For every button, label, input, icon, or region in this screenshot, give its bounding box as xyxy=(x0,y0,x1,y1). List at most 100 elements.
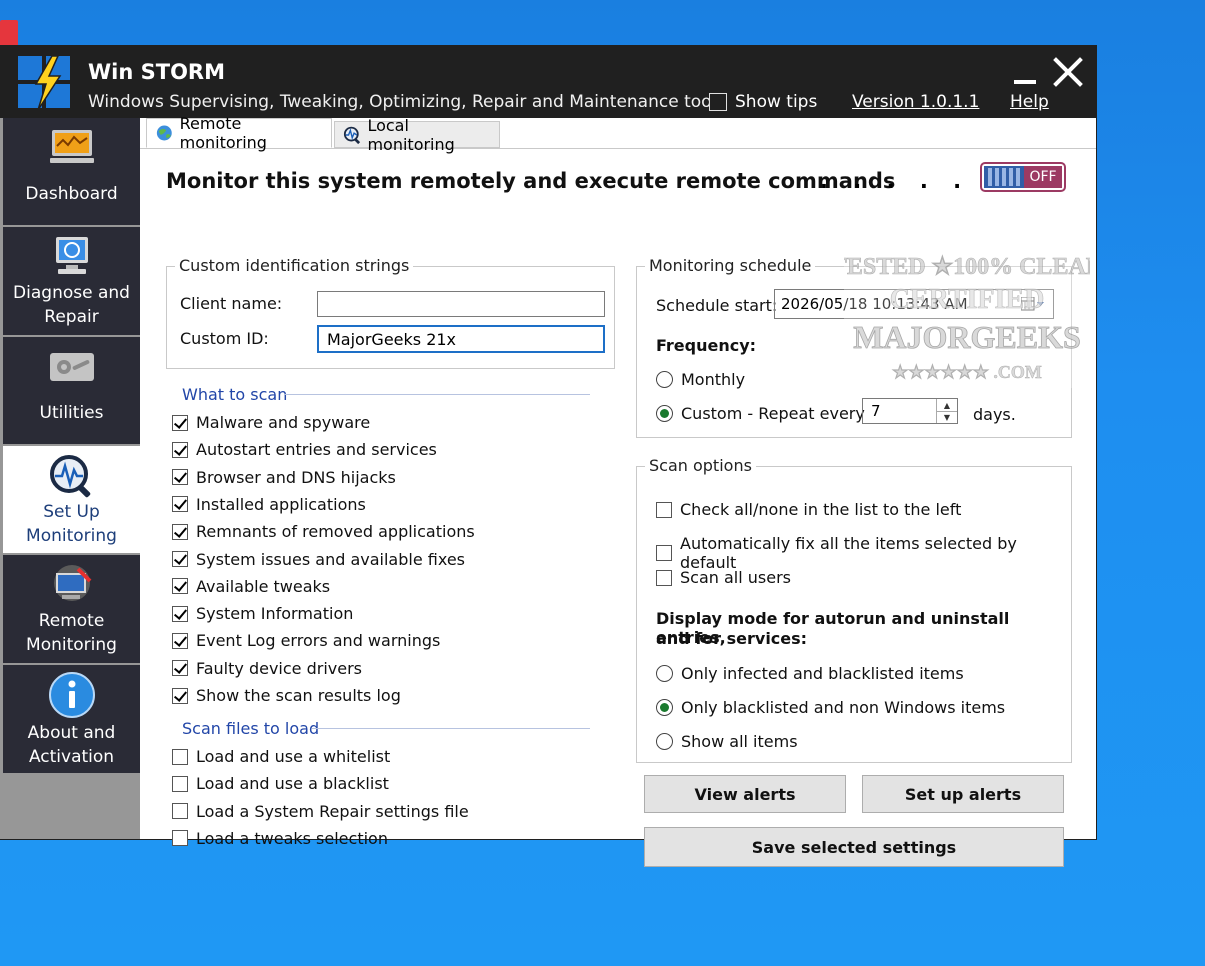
sidebar-label: Repair xyxy=(44,307,99,327)
win-storm-logo-icon xyxy=(18,56,70,110)
checkbox-item[interactable]: Browser and DNS hijacks xyxy=(172,468,396,487)
checkbox-item[interactable]: Event Log errors and warnings xyxy=(172,631,440,650)
radio-option[interactable]: Show all items xyxy=(656,732,798,751)
checkbox-box[interactable] xyxy=(172,469,188,486)
checkbox-item[interactable]: Load and use a blacklist xyxy=(172,774,389,793)
monthly-radio-circle[interactable] xyxy=(656,371,673,388)
remote-monitoring-panel: Monitor this system remotely and execute… xyxy=(140,149,1096,867)
sidebar-label: About and xyxy=(27,723,116,743)
checkbox-box[interactable] xyxy=(172,578,188,595)
checkbox-item[interactable]: Scan all users xyxy=(656,568,791,587)
radio-label: Show all items xyxy=(681,732,798,751)
page-title: Monitor this system remotely and execute… xyxy=(166,169,896,193)
checkbox-item[interactable]: Available tweaks xyxy=(172,577,330,596)
remote-monitor-icon xyxy=(53,565,91,601)
sidebar-item-utilities[interactable]: Utilities xyxy=(3,337,140,446)
monthly-radio[interactable]: Monthly xyxy=(656,370,745,389)
radio-label: Only blacklisted and non Windows items xyxy=(681,698,1006,717)
save-selected-settings-button[interactable]: Save selected settings xyxy=(644,827,1064,867)
tab-local-monitoring[interactable]: Local monitoring xyxy=(334,116,500,154)
checkbox-item[interactable]: Remnants of removed applications xyxy=(172,522,475,541)
checkbox-item[interactable]: Autostart entries and services xyxy=(172,440,437,459)
scan-options-group: Scan options Check all/none in the list … xyxy=(636,456,1072,763)
identification-group: Custom identification strings Client nam… xyxy=(166,256,615,369)
toggle-handle xyxy=(984,166,1024,188)
info-icon xyxy=(48,672,95,718)
checkbox-box[interactable] xyxy=(656,501,672,518)
set-up-alerts-button[interactable]: Set up alerts xyxy=(862,775,1064,813)
dashboard-monitor-icon xyxy=(49,130,94,163)
checkbox-label: Autostart entries and services xyxy=(196,440,437,460)
custom-id-field[interactable] xyxy=(317,325,605,353)
sidebar-item-setup-monitoring[interactable]: Set Up Monitoring xyxy=(3,446,140,555)
custom-id-label: Custom ID: xyxy=(180,329,269,348)
checkbox-label: Faulty device drivers xyxy=(196,658,362,678)
calendar-dropdown-icon[interactable] xyxy=(1021,297,1045,311)
scan-options-legend: Scan options xyxy=(645,456,756,475)
checkbox-box[interactable] xyxy=(172,551,188,567)
checkbox-item[interactable]: Check all/none in the list to the left xyxy=(656,500,961,519)
sidebar-item-dashboard[interactable]: Dashboard xyxy=(3,118,140,227)
remote-monitoring-toggle[interactable]: OFF xyxy=(980,162,1066,192)
help-link[interactable]: Help xyxy=(1010,92,1049,112)
version-link[interactable]: Version 1.0.1.1 xyxy=(852,92,979,112)
checkbox-box[interactable] xyxy=(172,632,188,649)
checkbox-box[interactable] xyxy=(172,414,188,431)
taskbar-red-tab xyxy=(0,20,18,48)
checkbox-box[interactable] xyxy=(172,660,188,677)
checkbox-box[interactable] xyxy=(656,569,672,586)
minimize-button[interactable] xyxy=(1010,60,1038,86)
sidebar-item-diagnose-repair[interactable]: Diagnose and Repair xyxy=(3,227,140,337)
view-alerts-button[interactable]: View alerts xyxy=(644,775,846,813)
checkbox-box[interactable] xyxy=(172,687,188,704)
radio-circle[interactable] xyxy=(656,699,673,716)
checkbox-box[interactable] xyxy=(172,496,188,513)
schedule-start-value: 2026/05/18 10:13:43 AM xyxy=(781,295,968,313)
utilities-tools-icon xyxy=(49,353,94,381)
checkbox-item[interactable]: Malware and spyware xyxy=(172,413,370,432)
tab-remote-monitoring[interactable]: Remote monitoring xyxy=(146,114,332,152)
show-tips-box[interactable] xyxy=(709,93,727,111)
radio-circle[interactable] xyxy=(656,665,673,682)
checkbox-item[interactable]: System Information xyxy=(172,604,353,623)
checkbox-item[interactable]: Installed applications xyxy=(172,495,366,514)
checkbox-item[interactable]: Faulty device drivers xyxy=(172,659,362,678)
app-subtitle: Windows Supervising, Tweaking, Optimizin… xyxy=(88,92,717,112)
stepper-down-arrow-icon[interactable]: ▼ xyxy=(937,411,957,423)
checkbox-item[interactable]: System issues and available fixes xyxy=(172,550,465,569)
checkbox-item[interactable]: Load and use a whitelist xyxy=(172,747,390,766)
scan-files-title: Scan files to load xyxy=(182,719,320,738)
custom-repeat-radio-label: Custom - Repeat every xyxy=(681,404,865,423)
checkbox-box[interactable] xyxy=(656,545,672,561)
checkbox-item[interactable]: Load a System Repair settings file xyxy=(172,802,469,821)
repeat-days-stepper[interactable]: 7 ▲ ▼ xyxy=(862,398,958,424)
schedule-start-datetime-picker[interactable]: 2026/05/18 10:13:43 AM xyxy=(774,289,1054,319)
show-tips-checkbox[interactable]: Show tips xyxy=(709,92,817,112)
sidebar-item-about-activation[interactable]: About and Activation xyxy=(3,665,140,775)
checkbox-label: Check all/none in the list to the left xyxy=(680,500,962,519)
custom-repeat-radio-circle[interactable] xyxy=(656,405,673,422)
checkbox-label: Event Log errors and warnings xyxy=(196,631,441,651)
sidebar-label: Activation xyxy=(28,747,115,767)
checkbox-label: Load a System Repair settings file xyxy=(196,801,469,821)
checkbox-item[interactable]: Load a tweaks selection xyxy=(172,829,388,848)
radio-circle[interactable] xyxy=(656,733,673,750)
radio-option[interactable]: Only infected and blacklisted items xyxy=(656,664,964,683)
sidebar-label: Dashboard xyxy=(25,184,118,204)
checkbox-box[interactable] xyxy=(172,523,188,540)
checkbox-box[interactable] xyxy=(172,605,188,622)
tab-strip: Remote monitoring Local monitoring xyxy=(140,114,1096,154)
checkbox-box[interactable] xyxy=(172,803,188,820)
checkbox-box[interactable] xyxy=(172,775,188,792)
checkbox-label: Installed applications xyxy=(196,494,366,514)
checkbox-item[interactable]: Automatically fix all the items selected… xyxy=(656,534,1071,572)
close-button[interactable] xyxy=(1052,56,1084,88)
checkbox-box[interactable] xyxy=(172,748,188,765)
checkbox-box[interactable] xyxy=(172,830,188,847)
checkbox-item[interactable]: Show the scan results log xyxy=(172,686,401,705)
custom-repeat-radio[interactable]: Custom - Repeat every xyxy=(656,404,865,423)
radio-option[interactable]: Only blacklisted and non Windows items xyxy=(656,698,1005,717)
checkbox-box[interactable] xyxy=(172,441,188,458)
client-name-field[interactable] xyxy=(317,291,605,317)
sidebar-item-remote-monitoring[interactable]: Remote Monitoring xyxy=(3,555,140,665)
